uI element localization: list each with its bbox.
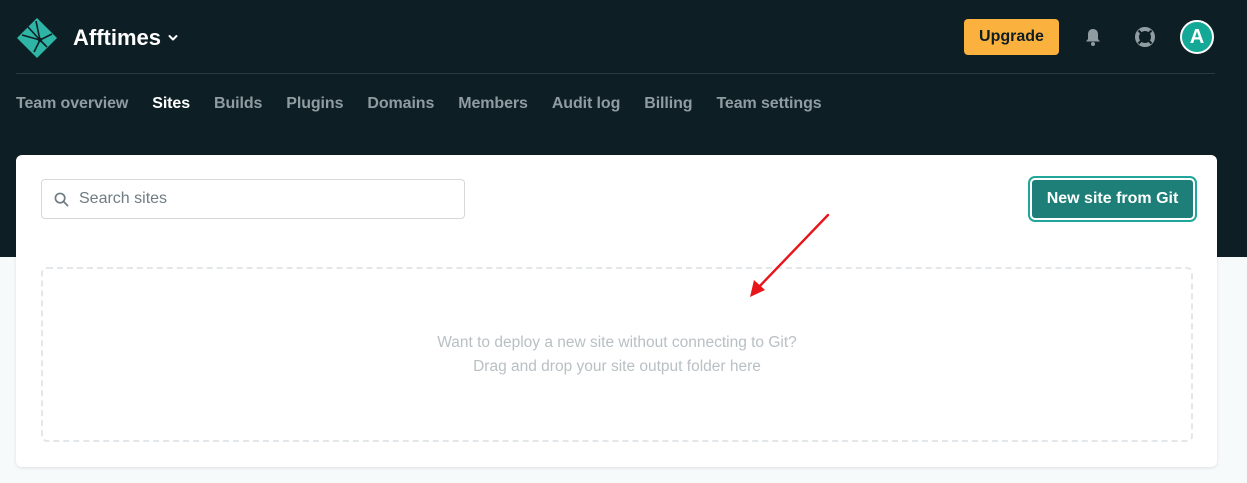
search-icon xyxy=(54,192,69,206)
sites-card: New site from Git Want to deploy a new s… xyxy=(16,155,1217,467)
upgrade-button[interactable]: Upgrade xyxy=(964,19,1059,55)
chevron-down-icon xyxy=(168,35,178,41)
avatar[interactable]: A xyxy=(1180,20,1214,54)
nav-item-team-overview[interactable]: Team overview xyxy=(16,95,128,113)
nav-item-sites[interactable]: Sites xyxy=(152,95,190,113)
team-nav: Team overview Sites Builds Plugins Domai… xyxy=(16,92,822,116)
header-divider xyxy=(16,73,1215,74)
nav-item-plugins[interactable]: Plugins xyxy=(286,95,343,113)
nav-item-domains[interactable]: Domains xyxy=(367,95,434,113)
team-name[interactable]: Afftimes xyxy=(73,25,161,51)
new-site-from-git-button[interactable]: New site from Git xyxy=(1030,178,1195,220)
nav-item-audit-log[interactable]: Audit log xyxy=(552,95,621,113)
dropzone-text-line2: Drag and drop your site output folder he… xyxy=(473,357,761,375)
nav-item-members[interactable]: Members xyxy=(458,95,528,113)
nav-item-billing[interactable]: Billing xyxy=(644,95,692,113)
lifebuoy-icon xyxy=(1135,27,1155,47)
nav-item-team-settings[interactable]: Team settings xyxy=(716,95,821,113)
dropzone-text-line1: Want to deploy a new site without connec… xyxy=(437,333,797,351)
nav-item-builds[interactable]: Builds xyxy=(214,95,262,113)
search-input[interactable] xyxy=(79,190,459,208)
team-switcher[interactable]: Afftimes xyxy=(16,17,179,59)
bell-icon xyxy=(1086,29,1100,46)
search-box[interactable] xyxy=(41,179,465,219)
netlify-logo-icon xyxy=(17,18,57,58)
help-button[interactable] xyxy=(1133,25,1157,49)
deploy-dropzone[interactable]: Want to deploy a new site without connec… xyxy=(41,267,1193,442)
notifications-button[interactable] xyxy=(1081,25,1105,49)
